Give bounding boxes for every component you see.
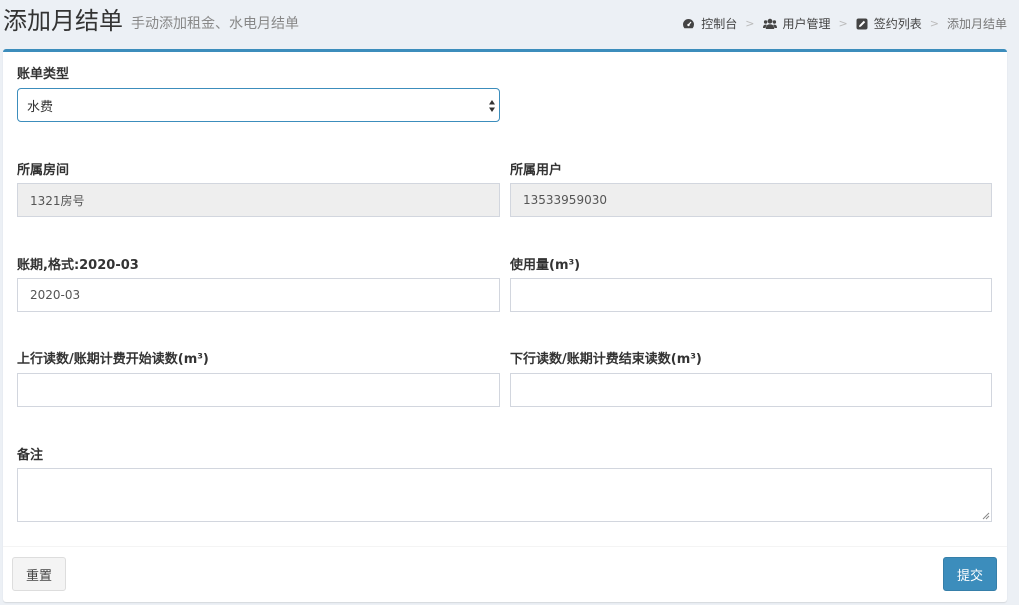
usage-label: 使用量(m³) (510, 258, 581, 273)
breadcrumb-contracts[interactable]: 签约列表 (856, 16, 922, 32)
usage-field[interactable] (510, 278, 992, 312)
content-header: 添加月结单 手动添加租金、水电月结单 控制台 > 用户管理 > 签约列表 > 添… (0, 0, 1019, 48)
bill-type-label: 账单类型 (17, 67, 70, 82)
room-field (17, 183, 500, 217)
submit-button[interactable]: 提交 (943, 557, 997, 591)
breadcrumb-dashboard[interactable]: 控制台 (682, 16, 737, 32)
breadcrumb-users-label: 用户管理 (782, 17, 831, 31)
breadcrumb: 控制台 > 用户管理 > 签约列表 > 添加月结单 (682, 16, 1007, 32)
reset-button[interactable]: 重置 (12, 557, 66, 591)
start-reading-label: 上行读数/账期计费开始读数(m³) (17, 352, 209, 367)
user-label: 所属用户 (510, 163, 563, 178)
breadcrumb-separator: > (745, 17, 755, 30)
user-field (510, 183, 992, 217)
form-box: 账单类型 水费 所属房间 所属用户 账期,格式:2020-03 使用量(m³) … (3, 49, 1007, 602)
remark-textarea[interactable] (17, 468, 992, 522)
period-field[interactable] (17, 278, 500, 312)
users-icon (762, 18, 777, 29)
breadcrumb-separator: > (838, 17, 848, 30)
breadcrumb-contracts-label: 签约列表 (873, 17, 922, 31)
start-reading-field[interactable] (17, 373, 500, 407)
dashboard-icon (683, 19, 695, 29)
resize-grip-icon[interactable] (982, 512, 990, 520)
end-reading-field[interactable] (510, 373, 992, 407)
bill-type-selected-value: 水费 (27, 99, 54, 115)
breadcrumb-separator: > (929, 17, 939, 30)
bill-type-select[interactable]: 水费 (17, 88, 500, 122)
end-reading-label: 下行读数/账期计费结束读数(m³) (510, 352, 702, 367)
form-footer: 重置 提交 (3, 546, 1007, 602)
edit-icon (856, 18, 868, 30)
breadcrumb-users[interactable]: 用户管理 (762, 16, 831, 32)
select-arrows-icon (489, 100, 495, 112)
period-label: 账期,格式:2020-03 (17, 258, 139, 273)
breadcrumb-current: 添加月结单 (946, 17, 1007, 31)
page-subtitle: 手动添加租金、水电月结单 (131, 16, 299, 32)
remark-label: 备注 (17, 448, 44, 463)
page-title: 添加月结单 (3, 7, 123, 35)
room-label: 所属房间 (17, 163, 70, 178)
breadcrumb-dashboard-label: 控制台 (701, 17, 738, 31)
